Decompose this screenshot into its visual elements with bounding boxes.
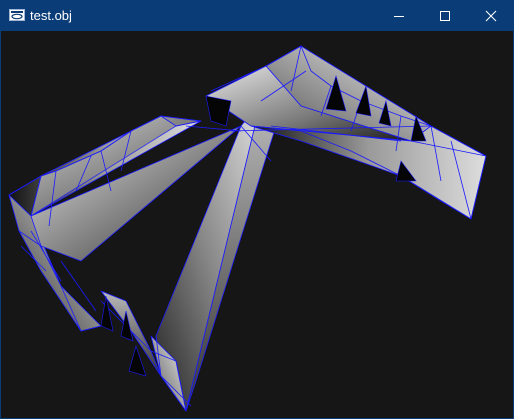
- minimize-icon: [394, 15, 404, 17]
- app-icon: [9, 9, 25, 21]
- minimize-button[interactable]: [376, 0, 422, 31]
- maximize-icon: [440, 10, 450, 21]
- title-bar[interactable]: test.obj: [0, 0, 514, 31]
- maximize-button[interactable]: [422, 0, 468, 31]
- window-title: test.obj: [30, 8, 72, 23]
- app-window: test.obj: [0, 0, 514, 419]
- mesh-surface: [8, 45, 487, 412]
- close-icon: [485, 10, 497, 21]
- close-button[interactable]: [468, 0, 514, 31]
- render-viewport[interactable]: [1, 31, 513, 418]
- mesh-render: [8, 45, 487, 412]
